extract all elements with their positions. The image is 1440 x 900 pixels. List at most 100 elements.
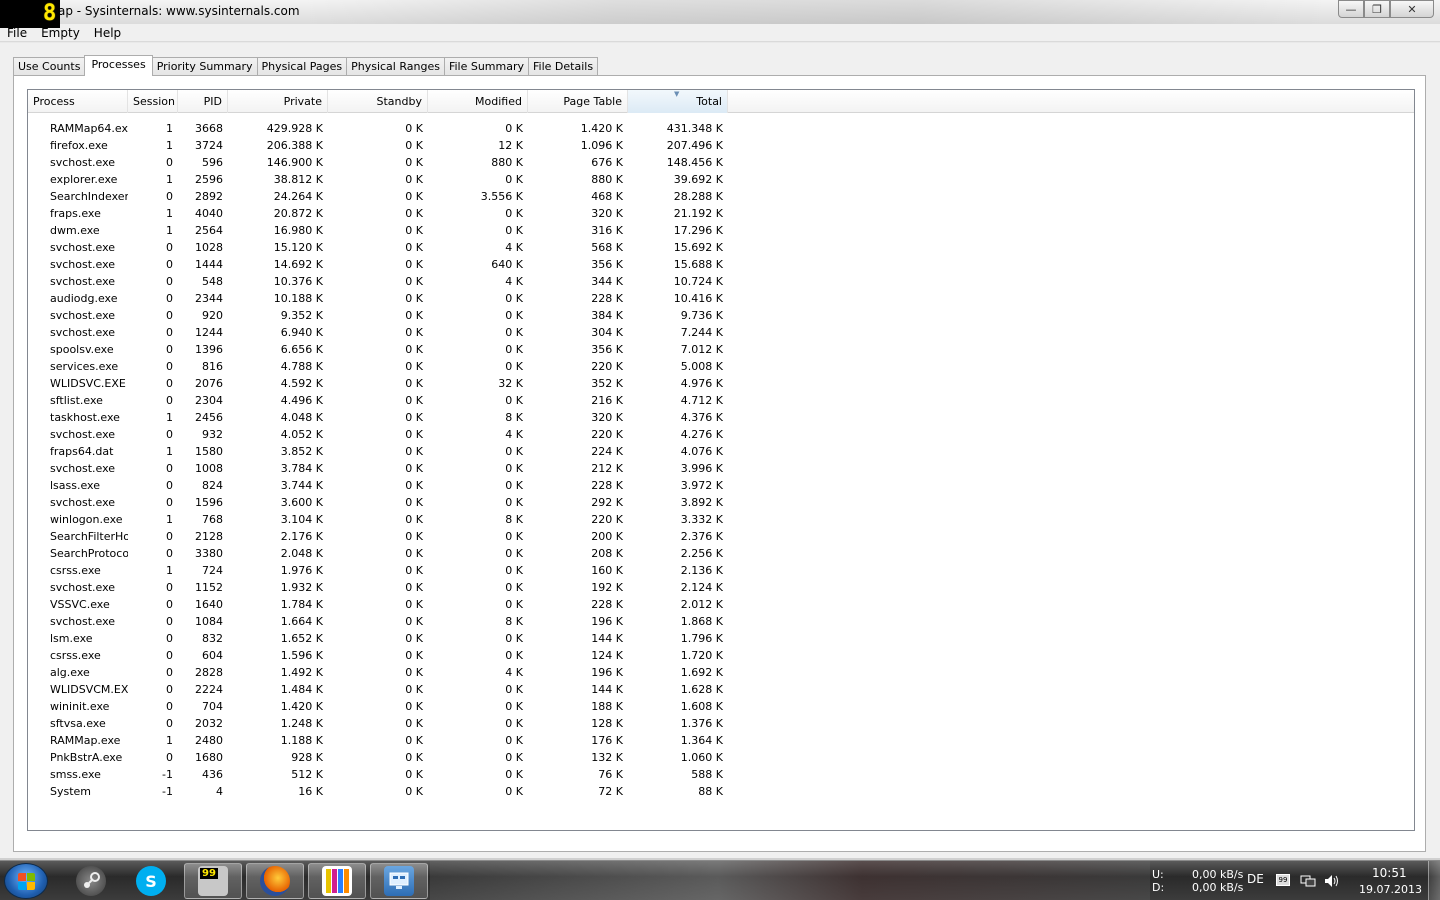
table-row[interactable]: dwm.exe 1 2564 16.980 K 0 K 0 K 316 K 17.296 K bbox=[28, 222, 728, 239]
start-button[interactable] bbox=[4, 863, 48, 899]
table-row[interactable]: PnkBstrA.exe 0 1680 928 K 0 K 0 K 132 K 1.060 K bbox=[28, 749, 728, 766]
table-row[interactable]: svchost.exe 0 1084 1.664 K 0 K 8 K 196 K 1.868 … bbox=[28, 613, 728, 630]
table-row[interactable]: fraps.exe 1 4040 20.872 K 0 K 0 K 320 K 21.192 … bbox=[28, 205, 728, 222]
table-row[interactable]: System -1 4 16 K 0 K 0 K 72 K 88 K bbox=[28, 783, 728, 800]
table-row[interactable]: sftvsa.exe 0 2032 1.248 K 0 K 0 K 128 K 1.376 K bbox=[28, 715, 728, 732]
close-button[interactable]: ✕ bbox=[1390, 0, 1434, 18]
menu-help[interactable]: Help bbox=[87, 24, 128, 42]
table-row[interactable]: fraps64.dat 1 1580 3.852 K 0 K 0 K 224 K 4.076 … bbox=[28, 443, 728, 460]
minimize-button[interactable]: — bbox=[1338, 0, 1364, 18]
table-row[interactable]: svchost.exe 0 1028 15.120 K 0 K 4 K 568 K 15.69… bbox=[28, 239, 728, 256]
table-row[interactable]: SearchIndexer. 0 2892 24.264 K 0 K 3.556 K 468… bbox=[28, 188, 728, 205]
table-row[interactable]: svchost.exe 0 932 4.052 K 0 K 4 K 220 K 4.276 K bbox=[28, 426, 728, 443]
cell-session: 0 bbox=[166, 649, 173, 662]
table-row[interactable]: audiodg.exe 0 2344 10.188 K 0 K 0 K 228 K 10.41… bbox=[28, 290, 728, 307]
table-row[interactable]: svchost.exe 0 1444 14.692 K 0 K 640 K 356 K 15.… bbox=[28, 256, 728, 273]
table-row[interactable]: svchost.exe 0 1244 6.940 K 0 K 0 K 304 K 7.244 … bbox=[28, 324, 728, 341]
table-row[interactable]: RAMMap64.exe 1 3668 429.928 K 0 K 0 K 1.420 K 4… bbox=[28, 120, 728, 137]
cell-total: 2.256 K bbox=[680, 547, 723, 560]
table-row[interactable]: WLIDSVC.EXE 0 2076 4.592 K 0 K 32 K 352 K 4.976… bbox=[28, 375, 728, 392]
table-row[interactable]: firefox.exe 1 3724 206.388 K 0 K 12 K 1.096 K 2… bbox=[28, 137, 728, 154]
cell-pid: 4040 bbox=[195, 207, 223, 220]
tab-physical-ranges[interactable]: Physical Ranges bbox=[346, 57, 445, 76]
maximize-button[interactable]: ❐ bbox=[1364, 0, 1390, 18]
cell-total: 1.060 K bbox=[680, 751, 723, 764]
table-row[interactable]: VSSVC.exe 0 1640 1.784 K 0 K 0 K 228 K 2.012 K bbox=[28, 596, 728, 613]
table-row[interactable]: lsm.exe 0 832 1.652 K 0 K 0 K 144 K 1.796 K bbox=[28, 630, 728, 647]
table-row[interactable]: svchost.exe 0 920 9.352 K 0 K 0 K 384 K 9.736 K bbox=[28, 307, 728, 324]
cell-process-name: firefox.exe bbox=[50, 139, 108, 152]
cell-total: 2.136 K bbox=[680, 564, 723, 577]
cell-pid: 2224 bbox=[195, 683, 223, 696]
table-row[interactable]: explorer.exe 1 2596 38.812 K 0 K 0 K 880 K 39.6… bbox=[28, 171, 728, 188]
taskbar-skype[interactable]: S bbox=[122, 863, 180, 899]
cell-process-name: RAMMap.exe bbox=[50, 734, 121, 747]
table-row[interactable]: csrss.exe 0 604 1.596 K 0 K 0 K 124 K 1.720 K bbox=[28, 647, 728, 664]
table-row[interactable]: svchost.exe 0 1008 3.784 K 0 K 0 K 212 K 3.996 … bbox=[28, 460, 728, 477]
table-row[interactable]: smss.exe -1 436 512 K 0 K 0 K 76 K 588 K bbox=[28, 766, 728, 783]
title-bar[interactable]: 8 ap - Sysinternals: www.sysinternals.co… bbox=[0, 0, 1440, 28]
column-header-page-table[interactable]: Page Table bbox=[528, 90, 628, 113]
cell-standby: 0 K bbox=[405, 207, 423, 220]
table-row[interactable]: WLIDSVCM.EXE 0 2224 1.484 K 0 K 0 K 144 K 1.628… bbox=[28, 681, 728, 698]
column-header-modified[interactable]: Modified bbox=[428, 90, 528, 113]
clock-time[interactable]: 10:51 bbox=[1372, 867, 1407, 880]
cell-modified: 0 K bbox=[505, 326, 523, 339]
tab-file-summary[interactable]: File Summary bbox=[443, 57, 530, 76]
taskbar-steam[interactable] bbox=[62, 863, 120, 899]
table-row[interactable]: wininit.exe 0 704 1.420 K 0 K 0 K 188 K 1.608 K bbox=[28, 698, 728, 715]
process-list[interactable]: Process Session PID Private Standby Modi… bbox=[27, 89, 1415, 831]
tab-use-counts[interactable]: Use Counts bbox=[13, 57, 86, 76]
table-row[interactable]: winlogon.exe 1 768 3.104 K 0 K 8 K 220 K 3.332 … bbox=[28, 511, 728, 528]
column-header-total[interactable]: ▼ Total bbox=[628, 90, 728, 113]
fraps-tray-icon[interactable]: 99 bbox=[1276, 874, 1292, 888]
taskbar-background bbox=[430, 861, 1150, 900]
language-indicator[interactable]: DE bbox=[1247, 873, 1264, 886]
cell-standby: 0 K bbox=[405, 139, 423, 152]
cell-private: 2.048 K bbox=[280, 547, 323, 560]
cell-page-table: 208 K bbox=[591, 547, 623, 560]
column-header-pid[interactable]: PID bbox=[178, 90, 228, 113]
table-row[interactable]: csrss.exe 1 724 1.976 K 0 K 0 K 160 K 2.136 K bbox=[28, 562, 728, 579]
tab-priority-summary[interactable]: Priority Summary bbox=[151, 57, 258, 76]
cell-private: 16.980 K bbox=[273, 224, 323, 237]
column-header-session[interactable]: Session bbox=[128, 90, 178, 113]
table-row[interactable]: taskhost.exe 1 2456 4.048 K 0 K 8 K 320 K 4.376… bbox=[28, 409, 728, 426]
tab-processes[interactable]: Processes bbox=[84, 55, 153, 76]
table-row[interactable]: spoolsv.exe 0 1396 6.656 K 0 K 0 K 356 K 7.012 … bbox=[28, 341, 728, 358]
volume-icon[interactable] bbox=[1324, 874, 1340, 888]
table-row[interactable]: alg.exe 0 2828 1.492 K 0 K 4 K 196 K 1.692 K bbox=[28, 664, 728, 681]
tab-physical-pages[interactable]: Physical Pages bbox=[256, 57, 348, 76]
cell-session: 0 bbox=[166, 581, 173, 594]
cell-private: 1.976 K bbox=[280, 564, 323, 577]
taskbar-fraps[interactable]: 99 bbox=[184, 863, 242, 899]
cell-modified: 0 K bbox=[505, 734, 523, 747]
table-row[interactable]: SearchProtocol 0 3380 2.048 K 0 K 0 K 208 K 2.2… bbox=[28, 545, 728, 562]
clock-date[interactable]: 19.07.2013 bbox=[1359, 883, 1422, 896]
show-desktop-button[interactable] bbox=[1428, 861, 1440, 900]
taskbar-firefox[interactable] bbox=[246, 863, 304, 899]
cell-modified: 0 K bbox=[505, 309, 523, 322]
table-row[interactable]: SearchFilterHo 0 2128 2.176 K 0 K 0 K 200 K 2.3… bbox=[28, 528, 728, 545]
network-icon[interactable] bbox=[1300, 874, 1316, 888]
table-row[interactable]: sftlist.exe 0 2304 4.496 K 0 K 0 K 216 K 4.712 … bbox=[28, 392, 728, 409]
tab-file-details[interactable]: File Details bbox=[528, 57, 599, 76]
column-header-private[interactable]: Private bbox=[228, 90, 328, 113]
net-down-label: D: bbox=[1152, 881, 1165, 894]
cell-page-table: 220 K bbox=[591, 360, 623, 373]
table-row[interactable]: svchost.exe 0 596 146.900 K 0 K 880 K 676 K 148… bbox=[28, 154, 728, 171]
cell-modified: 0 K bbox=[505, 173, 523, 186]
table-row[interactable]: lsass.exe 0 824 3.744 K 0 K 0 K 228 K 3.972 K bbox=[28, 477, 728, 494]
taskbar-rammap[interactable] bbox=[308, 863, 366, 899]
taskbar-network-monitor[interactable] bbox=[370, 863, 428, 899]
column-header-process[interactable]: Process bbox=[28, 90, 128, 113]
cell-private: 512 K bbox=[291, 768, 323, 781]
cell-modified: 0 K bbox=[505, 751, 523, 764]
table-row[interactable]: RAMMap.exe 1 2480 1.188 K 0 K 0 K 176 K 1.364 K bbox=[28, 732, 728, 749]
column-header-standby[interactable]: Standby bbox=[328, 90, 428, 113]
table-row[interactable]: svchost.exe 0 1152 1.932 K 0 K 0 K 192 K 2.124 … bbox=[28, 579, 728, 596]
cell-process-name: winlogon.exe bbox=[50, 513, 123, 526]
table-row[interactable]: svchost.exe 0 1596 3.600 K 0 K 0 K 292 K 3.892 … bbox=[28, 494, 728, 511]
table-row[interactable]: services.exe 0 816 4.788 K 0 K 0 K 220 K 5.008 … bbox=[28, 358, 728, 375]
table-row[interactable]: svchost.exe 0 548 10.376 K 0 K 4 K 344 K 10.724… bbox=[28, 273, 728, 290]
